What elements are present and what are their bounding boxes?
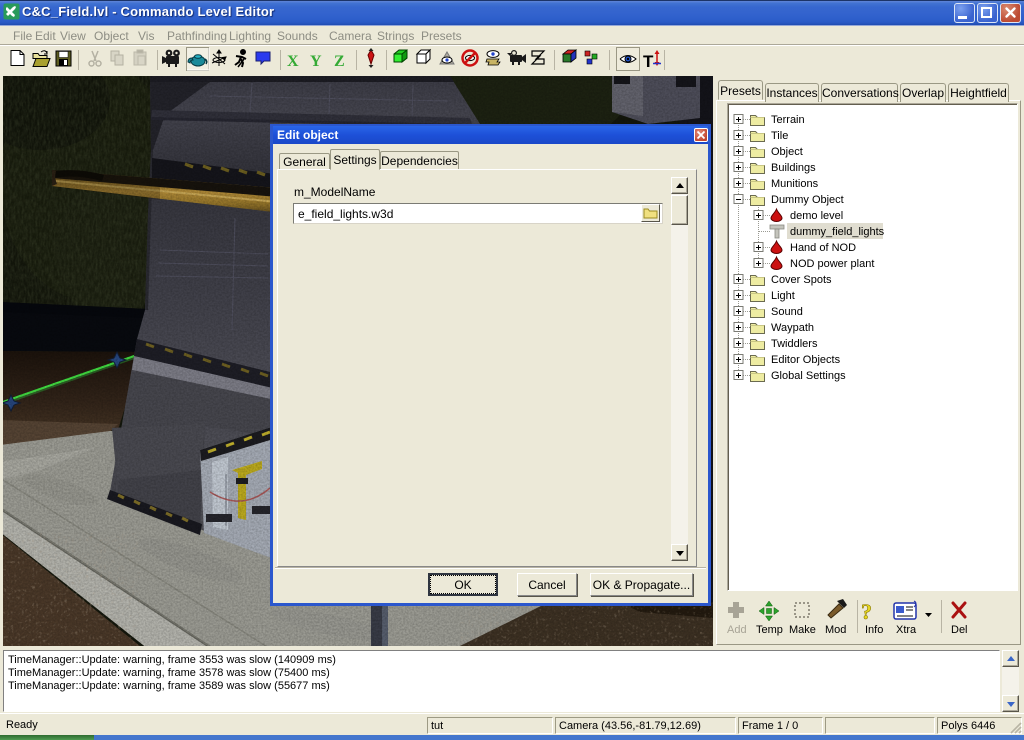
svg-text:Twiddlers: Twiddlers — [771, 338, 818, 350]
svg-text:Waypath: Waypath — [771, 322, 814, 334]
svg-text:demo level: demo level — [790, 210, 843, 222]
svg-text:dummy_field_lights: dummy_field_lights — [790, 226, 885, 238]
svg-text:Munitions: Munitions — [771, 178, 819, 190]
svg-text:Sound: Sound — [771, 306, 803, 318]
svg-text:X: X — [287, 53, 299, 70]
svg-text:Add: Add — [727, 624, 747, 636]
svg-text:Make: Make — [789, 624, 816, 636]
svg-text:Light: Light — [771, 290, 795, 302]
svg-text:Info: Info — [865, 624, 883, 636]
svg-text:Terrain: Terrain — [771, 114, 805, 126]
svg-text:Tile: Tile — [771, 130, 788, 142]
svg-text:Del: Del — [951, 624, 968, 636]
svg-text:Hand of NOD: Hand of NOD — [790, 242, 856, 254]
svg-text:Object: Object — [771, 146, 803, 158]
svg-text:Xtra: Xtra — [896, 624, 917, 636]
svg-text:Y: Y — [310, 53, 322, 70]
svg-text:?: ? — [861, 599, 872, 624]
svg-text:Editor Objects: Editor Objects — [771, 354, 841, 366]
svg-text:Global Settings: Global Settings — [771, 370, 846, 382]
svg-text:Z: Z — [334, 53, 345, 70]
svg-text:Dummy Object: Dummy Object — [771, 194, 844, 206]
svg-text:Temp: Temp — [756, 624, 783, 636]
svg-text:Mod: Mod — [825, 624, 846, 636]
svg-text:Buildings: Buildings — [771, 162, 816, 174]
svg-text:Cover Spots: Cover Spots — [771, 274, 832, 286]
svg-text:NOD power plant: NOD power plant — [790, 258, 874, 270]
svg-text:T: T — [643, 52, 654, 71]
